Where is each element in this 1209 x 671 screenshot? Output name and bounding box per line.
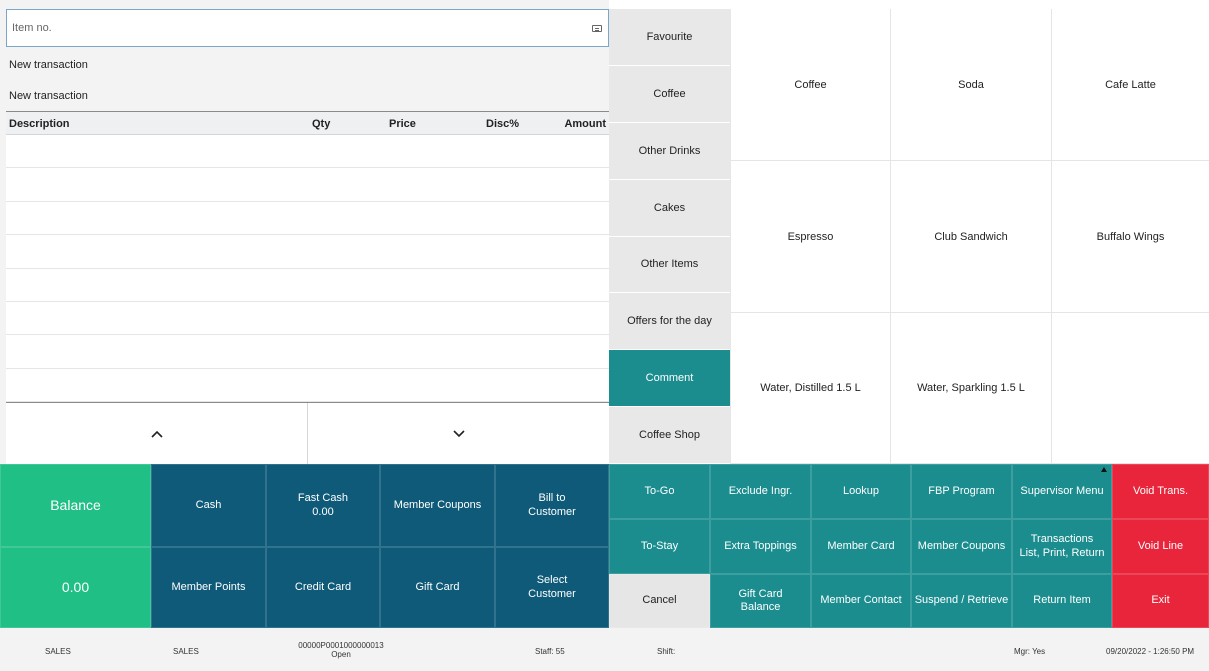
transaction-lines xyxy=(6,135,609,403)
exclude-ingr-button[interactable]: Exclude Ingr. xyxy=(710,464,811,519)
category-other-items[interactable]: Other Items xyxy=(609,236,730,294)
member-card-button[interactable]: Member Card xyxy=(811,519,911,574)
lines-header: Description Qty Price Disc% Amount xyxy=(6,111,609,135)
bill-to-customer-button[interactable]: Bill to Customer xyxy=(495,464,609,547)
status-staff: Staff: 55 xyxy=(535,647,565,656)
receipt-state: Open xyxy=(331,650,351,659)
exit-button[interactable]: Exit xyxy=(1112,574,1209,628)
cancel-button[interactable]: Cancel xyxy=(609,574,710,628)
member-contact-button[interactable]: Member Contact xyxy=(811,574,911,628)
action-panel: Balance 0.00 Cash Fast Cash 0.00 Member C… xyxy=(0,464,1209,628)
column-amount: Amount xyxy=(564,118,606,130)
status-bar: SALES SALES 00000P0001000000013 Open Sta… xyxy=(0,628,1209,671)
category-coffee-shop[interactable]: Coffee Shop xyxy=(609,407,730,464)
category-menu: Favourite Coffee Other Drinks Cakes Othe… xyxy=(609,9,730,464)
cash-button[interactable]: Cash xyxy=(151,464,266,547)
credit-card-button[interactable]: Credit Card xyxy=(266,547,380,628)
product-cafe-latte[interactable]: Cafe Latte xyxy=(1052,9,1209,161)
status-datetime: 09/20/2022 - 1:26:50 PM xyxy=(1106,647,1195,656)
status-store: SALES xyxy=(45,647,71,656)
submenu-indicator-icon xyxy=(1101,467,1107,472)
product-water-sparkling[interactable]: Water, Sparkling 1.5 L xyxy=(891,313,1052,464)
product-water-distilled[interactable]: Water, Distilled 1.5 L xyxy=(731,313,891,464)
to-go-button[interactable]: To-Go xyxy=(609,464,710,519)
table-row[interactable] xyxy=(6,168,609,202)
table-row[interactable] xyxy=(6,202,609,236)
member-coupons-button[interactable]: Member Coupons xyxy=(911,519,1012,574)
product-grid: Coffee Soda Cafe Latte Espresso Club San… xyxy=(730,9,1209,464)
suspend-retrieve-button[interactable]: Suspend / Retrieve xyxy=(911,574,1012,628)
to-stay-button[interactable]: To-Stay xyxy=(609,519,710,574)
column-description: Description xyxy=(9,118,70,130)
category-offers[interactable]: Offers for the day xyxy=(609,293,730,351)
product-espresso[interactable]: Espresso xyxy=(731,161,891,313)
product-buffalo-wings[interactable]: Buffalo Wings xyxy=(1052,161,1209,313)
keyboard-icon[interactable] xyxy=(592,24,602,32)
table-row[interactable] xyxy=(6,335,609,369)
scroll-up-button[interactable] xyxy=(6,403,307,464)
category-cakes[interactable]: Cakes xyxy=(609,179,730,237)
gift-card-button[interactable]: Gift Card xyxy=(380,547,495,628)
line-navigation xyxy=(6,402,609,464)
transaction-subtitle: New transaction xyxy=(9,90,88,102)
product-soda[interactable]: Soda xyxy=(891,9,1052,161)
status-shift: Shift: xyxy=(657,647,676,656)
gift-card-balance-button[interactable]: Gift Card Balance xyxy=(710,574,811,628)
select-customer-button[interactable]: Select Customer xyxy=(495,547,609,628)
category-favourite[interactable]: Favourite xyxy=(609,9,730,66)
fbp-program-button[interactable]: FBP Program xyxy=(911,464,1012,519)
chevron-up-icon xyxy=(150,430,163,438)
supervisor-menu-button[interactable]: Supervisor Menu xyxy=(1012,464,1112,519)
table-row[interactable] xyxy=(6,369,609,403)
product-club-sandwich[interactable]: Club Sandwich xyxy=(891,161,1052,313)
status-receipt: 00000P0001000000013 Open xyxy=(286,641,396,659)
member-points-button[interactable]: Member Points xyxy=(151,547,266,628)
table-row[interactable] xyxy=(6,135,609,169)
column-qty: Qty xyxy=(312,118,331,130)
balance-label: Balance xyxy=(0,464,151,547)
table-row[interactable] xyxy=(6,302,609,336)
table-row[interactable] xyxy=(6,269,609,302)
balance-value: 0.00 xyxy=(0,547,151,628)
return-item-button[interactable]: Return Item xyxy=(1012,574,1112,628)
scroll-down-button[interactable] xyxy=(307,403,609,464)
item-search-field[interactable] xyxy=(6,9,609,47)
chevron-down-icon xyxy=(452,429,465,437)
void-line-button[interactable]: Void Line xyxy=(1112,519,1209,574)
fast-cash-button[interactable]: Fast Cash 0.00 xyxy=(266,464,380,547)
table-row[interactable] xyxy=(6,235,609,269)
status-terminal: SALES xyxy=(173,647,199,656)
extra-toppings-button[interactable]: Extra Toppings xyxy=(710,519,811,574)
category-comment[interactable]: Comment xyxy=(609,350,730,408)
member-coupons-payment-button[interactable]: Member Coupons xyxy=(380,464,495,547)
void-trans-button[interactable]: Void Trans. xyxy=(1112,464,1209,519)
transactions-button[interactable]: Transactions List, Print, Return xyxy=(1012,519,1112,574)
receipt-number: 00000P0001000000013 xyxy=(298,641,384,650)
lookup-button[interactable]: Lookup xyxy=(811,464,911,519)
category-coffee[interactable]: Coffee xyxy=(609,65,730,123)
transaction-title: New transaction xyxy=(9,59,88,71)
product-coffee[interactable]: Coffee xyxy=(731,9,891,161)
status-manager: Mgr: Yes xyxy=(1014,647,1046,656)
product-empty-slot xyxy=(1052,313,1209,464)
item-number-input[interactable] xyxy=(12,22,592,34)
category-other-drinks[interactable]: Other Drinks xyxy=(609,122,730,180)
column-disc: Disc% xyxy=(486,118,520,130)
column-price: Price xyxy=(389,118,416,130)
